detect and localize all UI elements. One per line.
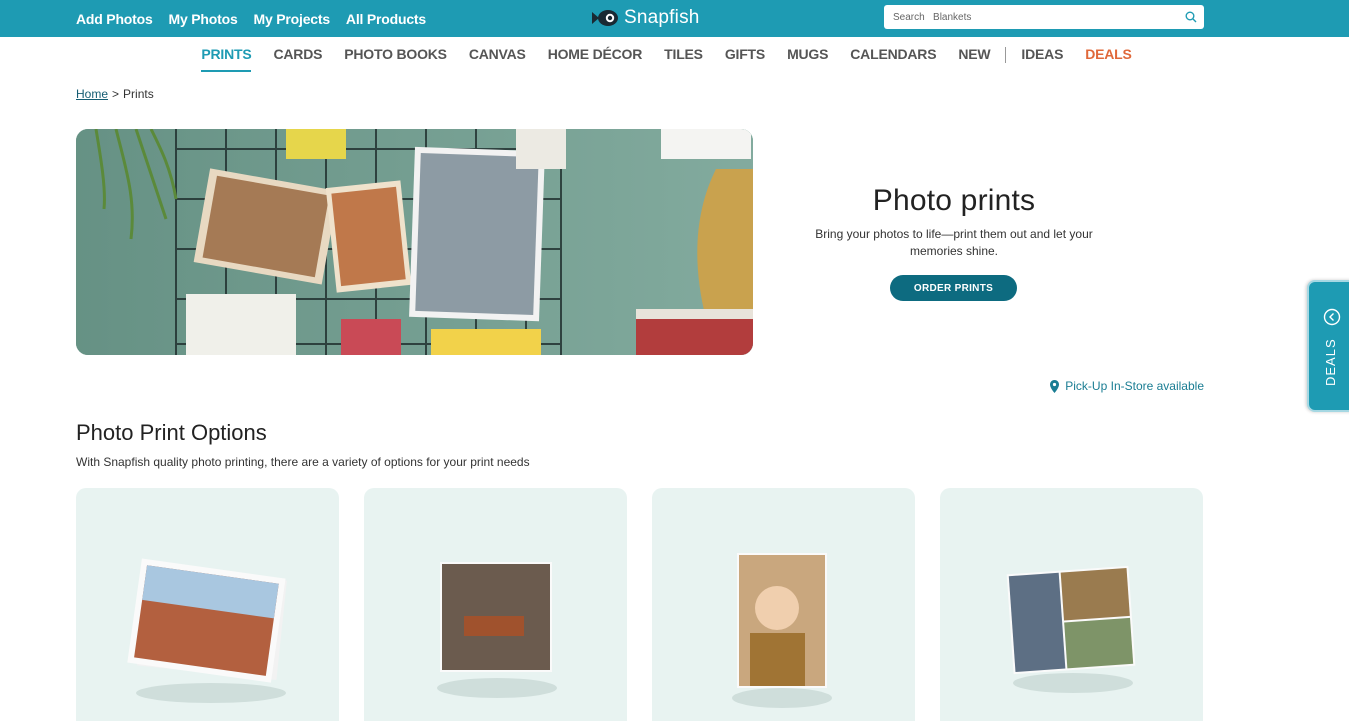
location-pin-icon [1050, 379, 1060, 393]
search-box [884, 5, 1204, 29]
chevron-left-circle-icon [1323, 308, 1341, 326]
category-deals[interactable]: DEALS [1074, 37, 1142, 73]
breadcrumb-current: Prints [123, 87, 154, 101]
print-options-grid [76, 488, 1203, 721]
category-ideas[interactable]: IDEAS [1010, 37, 1074, 73]
pickup-in-store-link[interactable]: Pick-Up In-Store available [1050, 379, 1204, 393]
print-option-card[interactable] [940, 488, 1203, 721]
nav-divider [1005, 47, 1007, 63]
category-prints[interactable]: PRINTS [190, 37, 262, 73]
print-option-image [437, 562, 557, 698]
breadcrumb-home[interactable]: Home [76, 87, 108, 101]
my-projects-link[interactable]: My Projects [254, 11, 331, 27]
category-gifts[interactable]: GIFTS [714, 37, 776, 73]
hero-image [76, 129, 753, 355]
print-option-card[interactable] [652, 488, 915, 721]
category-calendars[interactable]: CALENDARS [839, 37, 947, 73]
breadcrumb: Home > Prints [76, 87, 154, 101]
deals-tab-label: DEALS [1323, 338, 1338, 386]
category-nav: PRINTS CARDS PHOTO BOOKS CANVAS HOME DÉC… [0, 37, 1349, 73]
order-prints-button[interactable]: ORDER PRINTS [890, 275, 1017, 301]
search-button[interactable] [1178, 5, 1204, 29]
hero-text: Photo prints Bring your photos to life—p… [806, 184, 1102, 260]
logo-text: Snapfish [624, 7, 700, 28]
my-photos-link[interactable]: My Photos [169, 11, 238, 27]
top-nav: Add Photos My Photos My Projects All Pro… [76, 0, 426, 37]
pickup-text: Pick-Up In-Store available [1065, 379, 1204, 393]
hero-subtitle: Bring your photos to life—print them out… [815, 227, 1093, 258]
options-title: Photo Print Options [76, 420, 267, 445]
deals-side-tab[interactable]: DEALS [1307, 280, 1349, 412]
print-option-card[interactable] [76, 488, 339, 721]
search-icon [1185, 11, 1197, 23]
print-option-image [1006, 565, 1136, 693]
category-new[interactable]: NEW [947, 37, 1001, 73]
all-products-link[interactable]: All Products [346, 11, 426, 27]
options-subtitle: With Snapfish quality photo printing, th… [76, 455, 530, 469]
category-photo-books[interactable]: PHOTO BOOKS [333, 37, 458, 73]
print-option-image [732, 553, 832, 708]
category-mugs[interactable]: MUGS [776, 37, 839, 73]
snapfish-logo[interactable]: Snapfish [590, 4, 700, 32]
search-input[interactable] [884, 5, 1178, 29]
category-cards[interactable]: CARDS [262, 37, 333, 73]
hero-illustration [76, 129, 753, 355]
category-canvas[interactable]: CANVAS [458, 37, 537, 73]
fish-logo-icon [592, 10, 618, 26]
category-home-decor[interactable]: HOME DÉCOR [537, 37, 653, 73]
breadcrumb-separator: > [112, 87, 120, 101]
print-option-image [127, 558, 287, 703]
hero-title: Photo prints [872, 184, 1036, 217]
category-tiles[interactable]: TILES [653, 37, 714, 73]
top-bar: Add Photos My Photos My Projects All Pro… [0, 0, 1349, 37]
print-option-card[interactable] [364, 488, 627, 721]
add-photos-link[interactable]: Add Photos [76, 11, 153, 27]
